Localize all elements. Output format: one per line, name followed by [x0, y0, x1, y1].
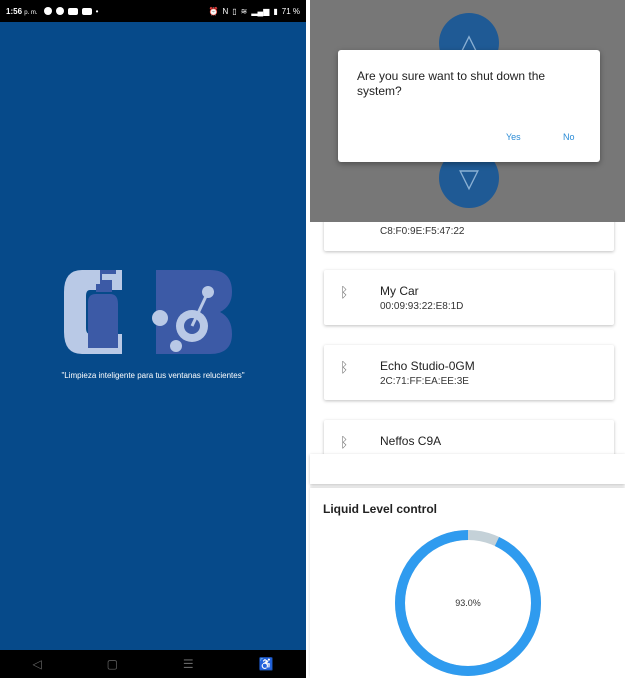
device-card[interactable]: ᛒ Echo Studio-0GM 2C:71:FF:EA:EE:3E: [324, 345, 614, 400]
device-name: My Car: [380, 284, 419, 298]
device-mac: 2C:71:FF:EA:EE:3E: [380, 376, 469, 387]
notification-dot-icon: •: [95, 6, 99, 16]
bluetooth-icon: ᛒ: [340, 359, 349, 375]
shutdown-dialog: Are you sure want to shut down the syste…: [338, 50, 600, 162]
liquid-level-card: Liquid Level control 93.0%: [310, 488, 625, 678]
liquid-level-title: Liquid Level control: [323, 502, 438, 516]
alarm-icon: ⏰: [208, 6, 219, 16]
nfc-icon: N: [222, 6, 229, 16]
whatsapp-icon: [55, 7, 64, 15]
device-name: Echo Studio-0GM: [380, 359, 475, 373]
back-icon[interactable]: ◁: [32, 657, 41, 671]
chat-icon: [43, 7, 52, 15]
cb-logo: [60, 262, 240, 372]
dialog-message: Are you sure want to shut down the syste…: [357, 69, 546, 98]
no-button[interactable]: No: [563, 132, 575, 142]
vibrate-icon: ▯: [232, 6, 237, 16]
gauge-percent-label: 93.0%: [455, 598, 481, 608]
status-bar: 1:56 p. m. • ⏰ N ▯ ≋ ▂▄▆ ▮ 71 %: [0, 0, 306, 22]
liquid-level-gauge: 93.0%: [393, 528, 543, 678]
menu-icon[interactable]: ☰: [183, 657, 194, 671]
device-list: C8:F0:9E:F5:47:22 ᛒ My Car 00:09:93:22:E…: [310, 222, 625, 454]
battery-percent: 71 %: [281, 6, 300, 16]
device-mac: 00:09:93:22:E8:1D: [380, 301, 464, 312]
device-card[interactable]: C8:F0:9E:F5:47:22: [324, 222, 614, 251]
device-mac: C8:F0:9E:F5:47:22: [380, 226, 465, 237]
accessibility-icon[interactable]: ♿: [259, 657, 274, 671]
wifi-icon: ≋: [240, 6, 248, 16]
battery-icon: ▮: [273, 6, 278, 16]
device-card[interactable]: ᛒ Neffos C9A: [324, 420, 614, 454]
home-icon[interactable]: ▢: [107, 657, 118, 671]
status-time: 1:56 p. m.: [6, 6, 38, 16]
signal-icon: ▂▄▆: [251, 6, 270, 16]
splash-tagline: "Limpieza inteligente para tus ventanas …: [61, 371, 245, 380]
yes-button[interactable]: Yes: [506, 132, 521, 142]
screenshot-root: 1:56 p. m. • ⏰ N ▯ ≋ ▂▄▆ ▮ 71 % "Limpiez…: [0, 0, 625, 678]
device-card[interactable]: ᛒ My Car 00:09:93:22:E8:1D: [324, 270, 614, 325]
android-nav-bar: ◁ ▢ ☰ ♿: [0, 650, 306, 678]
youtube-icon: [81, 7, 92, 15]
youtube-icon: [67, 7, 78, 15]
bluetooth-icon: ᛒ: [340, 434, 349, 450]
bluetooth-icon: ᛒ: [340, 284, 349, 300]
section-header-bar: [310, 454, 625, 484]
shutdown-screen: △ ▽ Are you sure want to shut down the s…: [310, 0, 625, 222]
device-name: Neffos C9A: [380, 434, 442, 448]
splash-screen: 1:56 p. m. • ⏰ N ▯ ≋ ▂▄▆ ▮ 71 % "Limpiez…: [0, 0, 306, 678]
